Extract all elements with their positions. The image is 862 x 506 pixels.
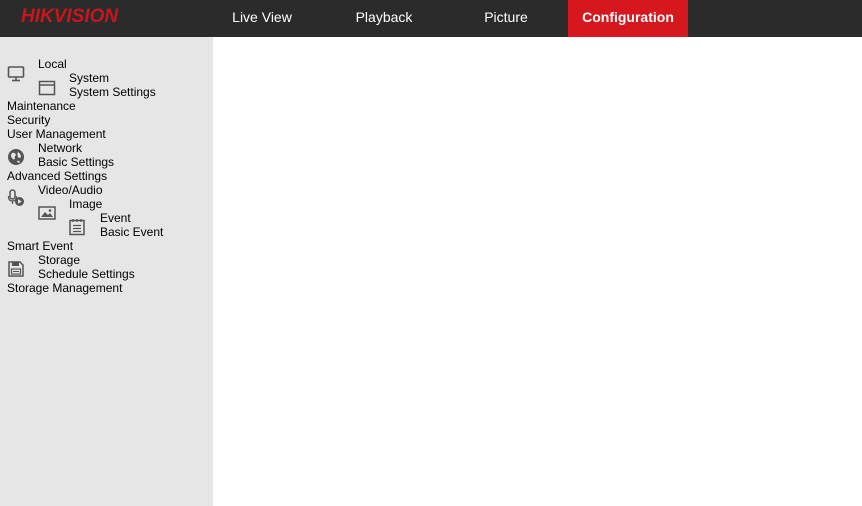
tree-item-event[interactable]: Event <box>100 211 131 225</box>
window-icon <box>38 79 56 97</box>
tree-item-basic-settings[interactable]: Basic Settings <box>38 155 114 169</box>
tree-item-schedule-settings[interactable]: Schedule Settings <box>38 267 135 281</box>
tree-item-video-audio[interactable]: Video/Audio <box>38 183 103 197</box>
storage-disk-icon <box>7 260 25 278</box>
event-list-icon <box>68 218 86 236</box>
nav-live-view[interactable]: Live View <box>202 0 322 37</box>
content-area <box>213 37 862 506</box>
tree-item-security[interactable]: Security <box>7 113 50 127</box>
tree-item-system[interactable]: System <box>69 71 109 85</box>
tree-item-local[interactable]: Local <box>38 57 67 71</box>
tree-item-storage[interactable]: Storage <box>38 253 80 267</box>
image-icon <box>38 204 56 222</box>
tree-item-storage-management[interactable]: Storage Management <box>7 281 122 295</box>
hikvision-logo: HIKVISION <box>21 6 119 27</box>
tree-item-basic-event[interactable]: Basic Event <box>100 225 163 239</box>
tree-item-maintenance[interactable]: Maintenance <box>7 99 76 113</box>
configuration-sidebar: Local System System Settings Maintenance… <box>0 37 213 506</box>
nav-playback[interactable]: Playback <box>324 0 444 37</box>
tree-item-advanced-settings[interactable]: Advanced Settings <box>7 169 107 183</box>
top-navigation-bar: HIKVISION Live View Playback Picture Con… <box>0 0 862 37</box>
monitor-icon <box>7 65 25 83</box>
tree-item-user-management[interactable]: User Management <box>7 127 106 141</box>
nav-configuration[interactable]: Configuration <box>568 0 688 37</box>
microphone-icon <box>7 189 25 207</box>
tree-item-system-settings[interactable]: System Settings <box>69 85 156 99</box>
nav-picture[interactable]: Picture <box>446 0 566 37</box>
globe-icon <box>7 148 25 166</box>
tree-item-network[interactable]: Network <box>38 141 82 155</box>
tree-item-smart-event[interactable]: Smart Event <box>7 239 73 253</box>
tree-item-image[interactable]: Image <box>69 197 102 211</box>
